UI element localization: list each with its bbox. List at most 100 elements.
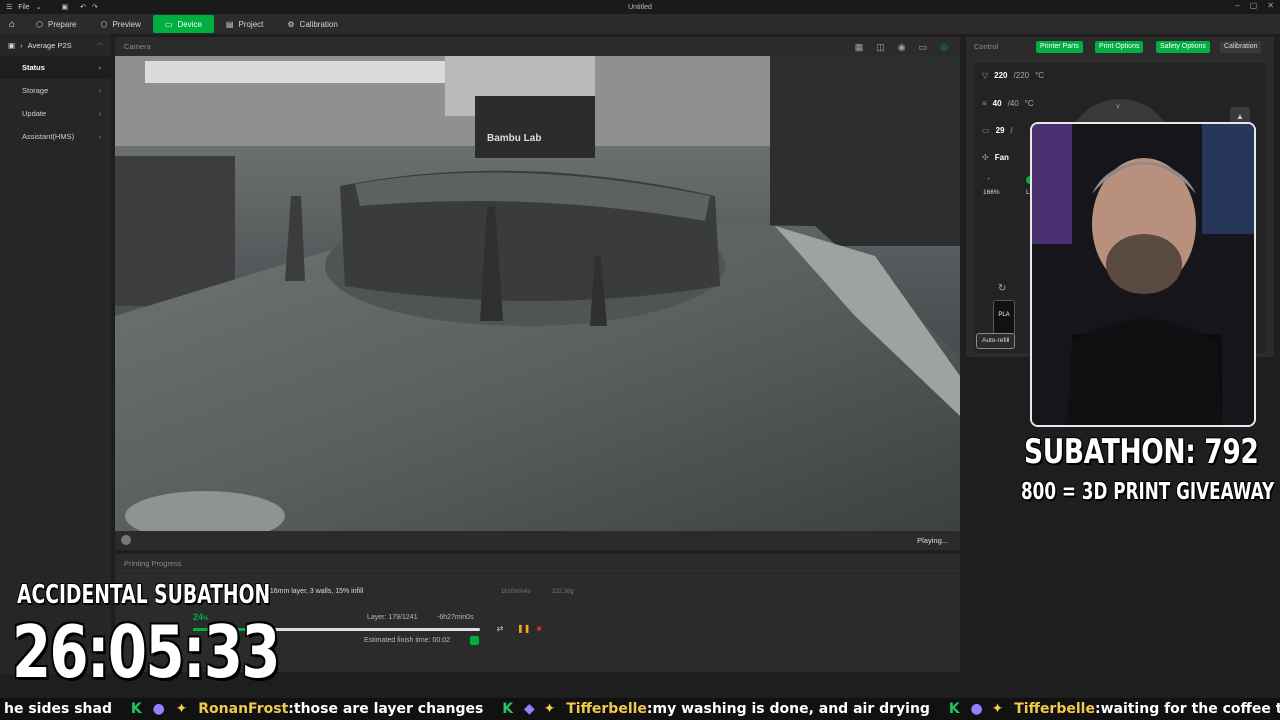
camera-toggle-icon[interactable]: ◎	[940, 42, 948, 53]
record-icon[interactable]: ▭	[919, 42, 928, 53]
camera-settings-icon[interactable]	[121, 535, 131, 545]
home-icon[interactable]: ⌂	[0, 19, 24, 30]
subathon-count: SUBATHON: 792	[1024, 432, 1259, 472]
tab-safety-options[interactable]: Safety Options	[1156, 41, 1210, 53]
emote-icon: ◆	[523, 701, 535, 717]
camera-image: Bambu Lab	[115, 56, 960, 531]
tab-prepare[interactable]: ⬡ Prepare	[24, 15, 88, 33]
nozzle-temp-unit: °C	[1035, 71, 1045, 80]
tab-calibration-control[interactable]: Calibration	[1220, 41, 1262, 53]
speed-icon: ◔	[986, 176, 990, 183]
sparkle-icon: ✦	[991, 701, 1004, 717]
prepare-icon: ⬡	[36, 19, 43, 29]
filament-slot[interactable]: PLA	[993, 300, 1015, 336]
chat-ticker: he sides shad K ● ✦ RonanFrost: those ar…	[0, 698, 1280, 720]
sidebar-item-label: Update	[22, 109, 47, 118]
maximize-button[interactable]: ▢	[1250, 1, 1258, 10]
bed-icon: ≡	[982, 99, 987, 108]
camera-status: Playing...	[917, 536, 948, 545]
window-title: Untitled	[628, 3, 652, 11]
printer-selector[interactable]: ▣ › Average P2S ◠	[0, 34, 111, 56]
nozzle-temp[interactable]: ▽ 220 /220 °C	[982, 71, 1044, 80]
chamber-temp[interactable]: ▭ 29 /	[982, 126, 1013, 135]
bed-temp-unit: °C	[1024, 99, 1034, 108]
skip-icon[interactable]: ⇄	[495, 624, 505, 634]
ticker-message: RonanFrost: those are layer changes	[198, 698, 483, 720]
refresh-icon[interactable]: ↻	[998, 283, 1006, 294]
tab-label: Device	[177, 19, 202, 29]
estimated-finish: Estimated finish time: 00:02	[364, 637, 450, 644]
kick-icon: K	[130, 701, 142, 717]
ticker-text: my washing is done, and air drying	[652, 701, 930, 717]
pause-button[interactable]: ❚❚	[517, 624, 530, 634]
tab-printer-parts[interactable]: Printer Parts	[1036, 41, 1083, 53]
ticker-text: he sides shad	[4, 701, 112, 717]
camera-status-icon[interactable]	[470, 636, 479, 645]
chamber-temp-target: /	[1010, 126, 1013, 135]
hamburger-icon[interactable]: ☰	[6, 3, 12, 11]
title-bar: ☰ File ⌄ ▣ ↶ ↷ Untitled – ▢ ✕	[0, 0, 1280, 14]
ticker-message: he sides shad	[4, 698, 112, 720]
minimize-button[interactable]: –	[1235, 1, 1239, 10]
ticker-text: waiting for the coffee to brew my guy	[1100, 701, 1280, 717]
printer-icon: ▣	[8, 40, 16, 50]
tab-label: Preview	[112, 19, 141, 29]
calibration-icon: ⚙	[287, 19, 295, 29]
tab-device[interactable]: ▭ Device	[152, 15, 214, 33]
nozzle-temp-current: 220	[994, 71, 1008, 80]
printer-brand-text: Bambu Lab	[487, 133, 541, 144]
tab-calibration[interactable]: ⚙ Calibration	[275, 15, 349, 33]
bed-temp-target: /40	[1007, 99, 1019, 108]
chevron-right-icon: ›	[98, 63, 102, 72]
ticker-message: Tifferbelle: my washing is done, and air…	[566, 698, 930, 720]
title-menu: ☰ File ⌄ ▣ ↶ ↷	[0, 3, 98, 12]
print-weight: 322.38g	[552, 589, 574, 595]
tab-preview[interactable]: ⬡ Preview	[88, 15, 152, 33]
timelapse-icon[interactable]: ◫	[876, 42, 885, 53]
tab-label: Project	[238, 19, 264, 29]
camera-feed[interactable]: Bambu Lab	[115, 56, 960, 531]
camera-header: Camera	[124, 42, 151, 51]
screen: ☰ File ⌄ ▣ ↶ ↷ Untitled – ▢ ✕ ⌂ ⬡ Prepare…	[0, 0, 1280, 720]
accidental-subathon-label: ACCIDENTAL SUBATHON	[17, 580, 271, 610]
file-menu[interactable]: File	[18, 4, 29, 11]
printer-name: Average P2S	[27, 40, 72, 50]
tab-print-options[interactable]: Print Options	[1095, 41, 1144, 53]
chevron-down-icon[interactable]: ⌄	[36, 3, 42, 11]
storage-icon[interactable]: ▦	[855, 42, 864, 53]
ticker-text: those are layer changes	[293, 701, 484, 717]
snapshot-icon[interactable]: ◉	[898, 42, 906, 53]
ticker-username: RonanFrost	[198, 701, 289, 717]
camera-toolbar: ▦ ◫ ◉ ▭ ◎	[855, 42, 948, 53]
save-icon[interactable]: ▣	[61, 3, 68, 11]
wifi-icon: ◠	[96, 40, 103, 50]
stop-button[interactable]: ■	[534, 624, 544, 634]
auto-refill-button[interactable]: Auto-refill	[976, 333, 1016, 349]
fan-icon: ✣	[982, 153, 989, 162]
redo-icon[interactable]: ↷	[92, 3, 98, 11]
sidebar-item-label: Storage	[22, 86, 49, 95]
sidebar-item-storage[interactable]: Storage ›	[0, 79, 111, 102]
print-speed[interactable]: 166%	[983, 189, 1000, 196]
bed-temp[interactable]: ≡ 40 /40 °C	[982, 99, 1034, 108]
sidebar-item-assistant[interactable]: Assistant(HMS) ›	[0, 125, 111, 148]
sparkle-icon: ✦	[543, 701, 556, 717]
chamber-temp-current: 29	[995, 126, 1005, 135]
nozzle-icon: ▽	[982, 71, 989, 80]
device-icon: ▭	[164, 19, 173, 29]
project-icon: ▤	[225, 19, 234, 29]
webcam-image	[1032, 124, 1254, 425]
emote-icon: ●	[970, 701, 983, 717]
close-button[interactable]: ✕	[1267, 1, 1274, 10]
sidebar-item-status[interactable]: Status ›	[0, 56, 111, 79]
undo-icon[interactable]: ↶	[80, 3, 86, 11]
subathon-timer: 26:05:33	[12, 610, 280, 694]
sidebar-item-update[interactable]: Update ›	[0, 102, 111, 125]
sidebar-item-label: Status	[22, 63, 45, 72]
kick-icon: K	[502, 701, 514, 717]
fan-control[interactable]: ✣ Fan	[982, 153, 1009, 162]
chamber-icon: ▭	[982, 126, 990, 135]
tab-project[interactable]: ▤ Project	[214, 15, 275, 33]
ticker-message: Tifferbelle: waiting for the coffee to b…	[1014, 698, 1280, 720]
chevron-right-icon: ›	[98, 109, 102, 118]
